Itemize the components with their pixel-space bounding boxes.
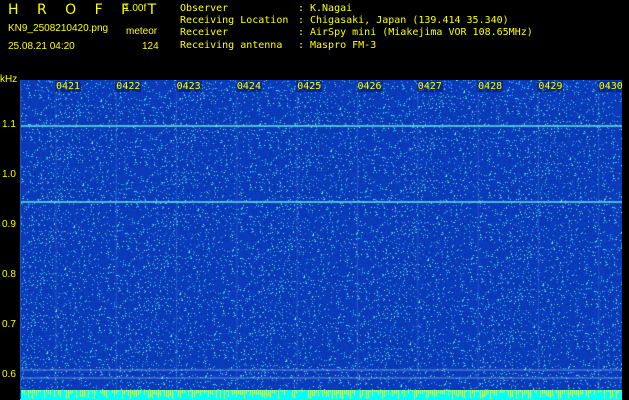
header-panel: H R O F F T 1.00f KN9_2508210420.png met…: [0, 0, 629, 74]
station-row-antenna: Receiving antenna: Maspro FM-3: [180, 39, 377, 51]
time-tick-label: 0422: [115, 81, 142, 92]
file-name: KN9_2508210420.png: [8, 23, 109, 34]
time-tick-label: 0424: [235, 81, 262, 92]
datetime-label: 25.08.21 04:20: [8, 41, 75, 52]
y-tick-label: 1.0: [2, 169, 16, 180]
mode-label: meteor: [126, 26, 158, 37]
y-tick-label: 0.6: [2, 369, 16, 380]
version-label: 1.00f: [124, 3, 147, 14]
time-tick-label: 0425: [296, 81, 323, 92]
station-row-receiver: Receiver: AirSpy mini (Miakejima VOR 108.…: [180, 27, 533, 39]
y-tick-label: 0.7: [2, 319, 16, 330]
y-tick-label: 1.1: [2, 119, 16, 130]
time-tick-label: 0423: [175, 81, 202, 92]
time-tick-label: 0426: [356, 81, 383, 92]
station-info: Observer: K.Nagai Receiving Location: Chig…: [180, 3, 533, 52]
y-tick-label: 0.9: [2, 219, 16, 230]
count-label: 124: [142, 41, 159, 52]
y-tick-label: 0.8: [2, 269, 16, 280]
time-tick-label: 0430: [597, 81, 624, 92]
y-axis-unit: kHz: [0, 74, 18, 85]
station-row-observer: Observer: K.Nagai: [180, 3, 353, 14]
time-tick-label: 0429: [537, 81, 564, 92]
time-tick-label: 0428: [477, 81, 504, 92]
time-tick-label: 0427: [416, 81, 443, 92]
station-row-location: Receiving Location: Chigasaki, Japan (139…: [180, 15, 509, 27]
time-tick-label: 0421: [55, 81, 82, 92]
spectrogram-frame: [20, 80, 622, 399]
